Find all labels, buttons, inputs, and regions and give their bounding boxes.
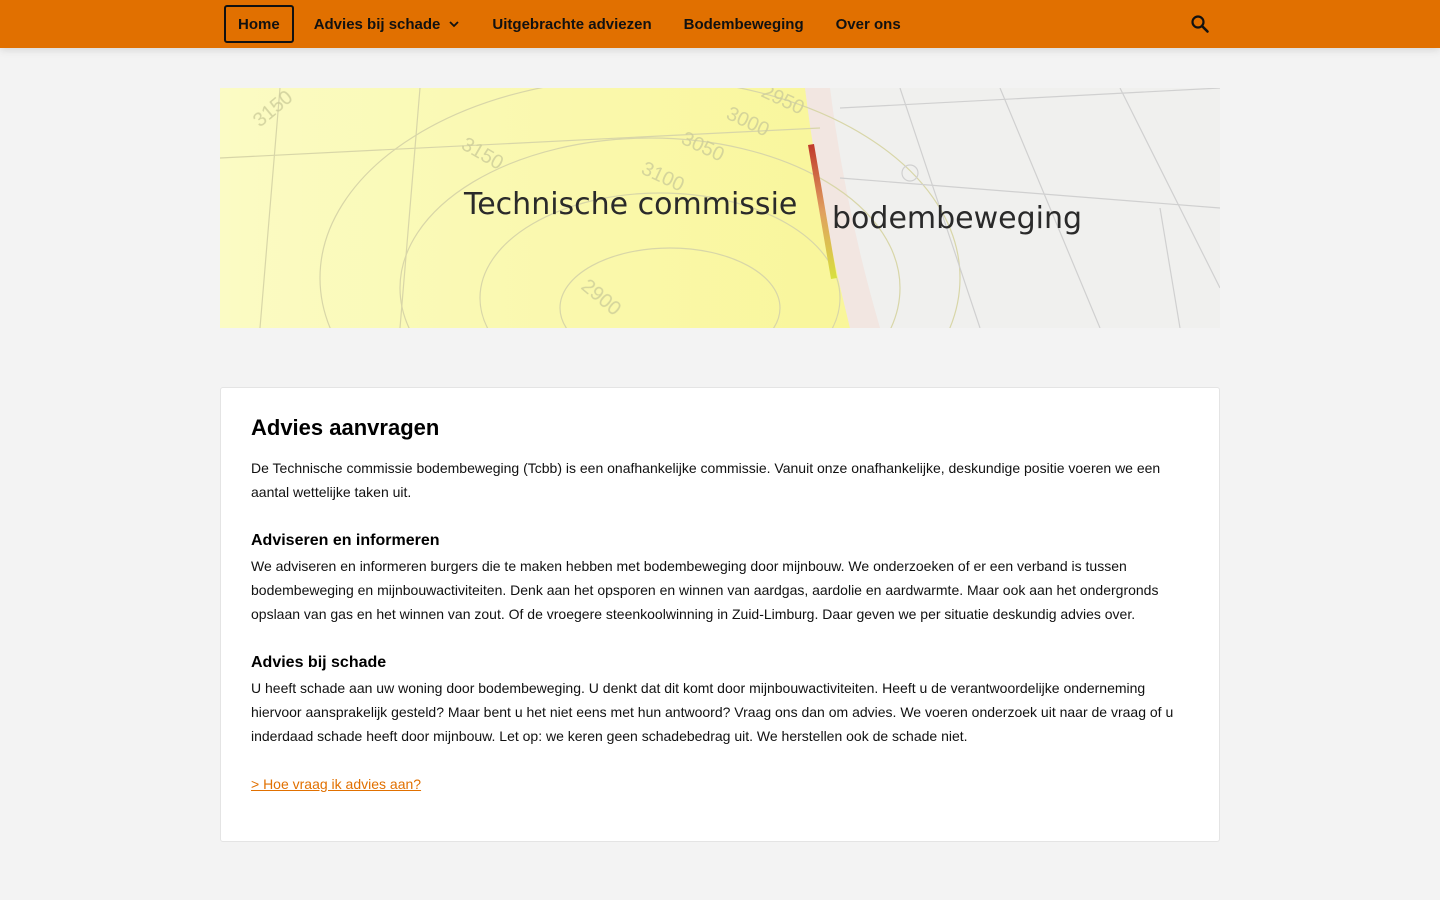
main-navigation: Home Advies bij schade Uitgebrachte advi… [224,5,921,43]
nav-item-label: Advies bij schade [313,15,441,33]
nav-item-label: Bodembeweging [683,15,804,33]
nav-item-home[interactable]: Home [224,5,294,43]
nav-item-label: Home [238,15,280,33]
nav-item-over-ons[interactable]: Over ons [824,5,913,43]
advies-aanvragen-link[interactable]: > Hoe vraag ik advies aan? [251,776,421,792]
page-title: Advies aanvragen [251,415,440,440]
search-icon [1191,15,1209,33]
nav-item-label: Uitgebrachte adviezen [492,15,652,33]
nav-item-uitgebrachte-adviezen[interactable]: Uitgebrachte adviezen [480,5,663,43]
section-heading-adviseren: Adviseren en informeren [251,532,440,549]
nav-item-label: Over ons [835,15,901,33]
banner-title-left: Technische commissie [463,187,797,222]
search-button[interactable] [1186,10,1214,38]
banner-title-right: bodembeweging [832,201,1082,236]
intro-paragraph: De Technische commissie bodembeweging (T… [251,460,1161,500]
section-heading-schade: Advies bij schade [251,654,387,671]
banner-image: 3150 3100 3050 3000 2950 3150 2900 Techn… [220,88,1220,328]
section-text-adviseren: We adviseren en informeren burgers die t… [251,558,1159,622]
section-text-schade: U heeft schade aan uw woning door bodemb… [251,680,1174,744]
header-banner: 3150 3100 3050 3000 2950 3150 2900 Techn… [220,88,1220,328]
content-card: Advies aanvragen De Technische commissie… [220,387,1220,842]
top-navigation-bar: Home Advies bij schade Uitgebrachte advi… [0,0,1440,48]
nav-item-advies-bij-schade[interactable]: Advies bij schade [302,5,473,43]
chevron-down-icon [449,21,460,28]
nav-item-bodembeweging[interactable]: Bodembeweging [672,5,816,43]
